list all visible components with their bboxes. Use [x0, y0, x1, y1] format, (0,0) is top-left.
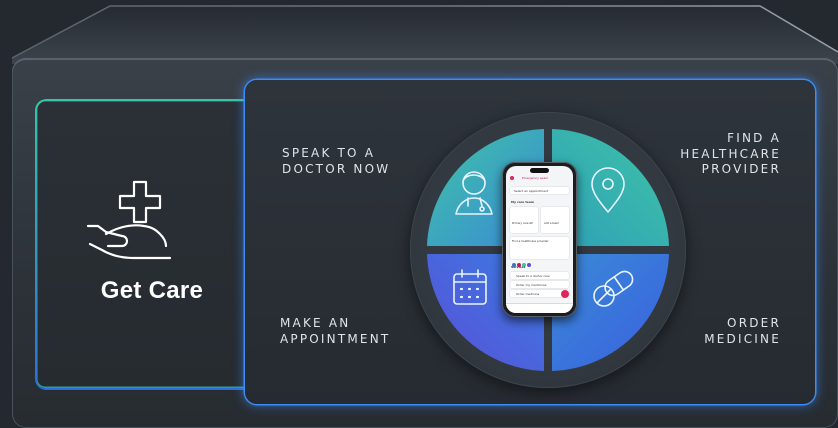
phone-service-label: Order my medicines [516, 283, 547, 287]
phone-tab-bar [506, 303, 573, 313]
phone-service-label: Speak to a doctor now [516, 274, 550, 278]
phone-select-appointment-label: Select an appointment [514, 189, 549, 193]
phone-find-provider-label: Find a healthcare provider [512, 239, 549, 243]
get-care-card[interactable]: Get Care [35, 99, 269, 389]
phone-card [541, 207, 569, 233]
get-care-title: Get Care [100, 277, 204, 304]
make-appointment-label[interactable]: MAKE AN APPOINTMENT [280, 316, 390, 347]
speak-to-doctor-label[interactable]: SPEAK TO A DOCTOR NOW [282, 146, 390, 177]
phone-mockup: Emergency exam Select an appointment My … [502, 162, 577, 317]
phone-notch [530, 168, 549, 173]
phone-card [510, 207, 538, 233]
label-line: SPEAK TO A [282, 146, 376, 160]
hand-with-medical-cross-icon [86, 180, 172, 260]
phone-screen: Emergency exam Select an appointment My … [506, 166, 573, 313]
phone-care-team-heading: My care team [511, 200, 534, 204]
label-line: DOCTOR NOW [282, 161, 391, 176]
phone-fab-button [561, 290, 569, 298]
phone-card-label: Add a team [544, 222, 559, 225]
scene: Get Care SPEAK TO A DOCTOR NOW FIND A HE… [0, 0, 838, 428]
label-line: APPOINTMENT [280, 331, 391, 346]
phone-banner: Emergency exam [522, 176, 549, 180]
phone-services-heading: Services [511, 265, 526, 269]
app-logo-icon [510, 176, 514, 180]
phone-card-label: Primary care GP [512, 222, 533, 225]
label-line: MAKE AN [280, 316, 351, 330]
phone-service-label: Order medicine [516, 292, 540, 296]
